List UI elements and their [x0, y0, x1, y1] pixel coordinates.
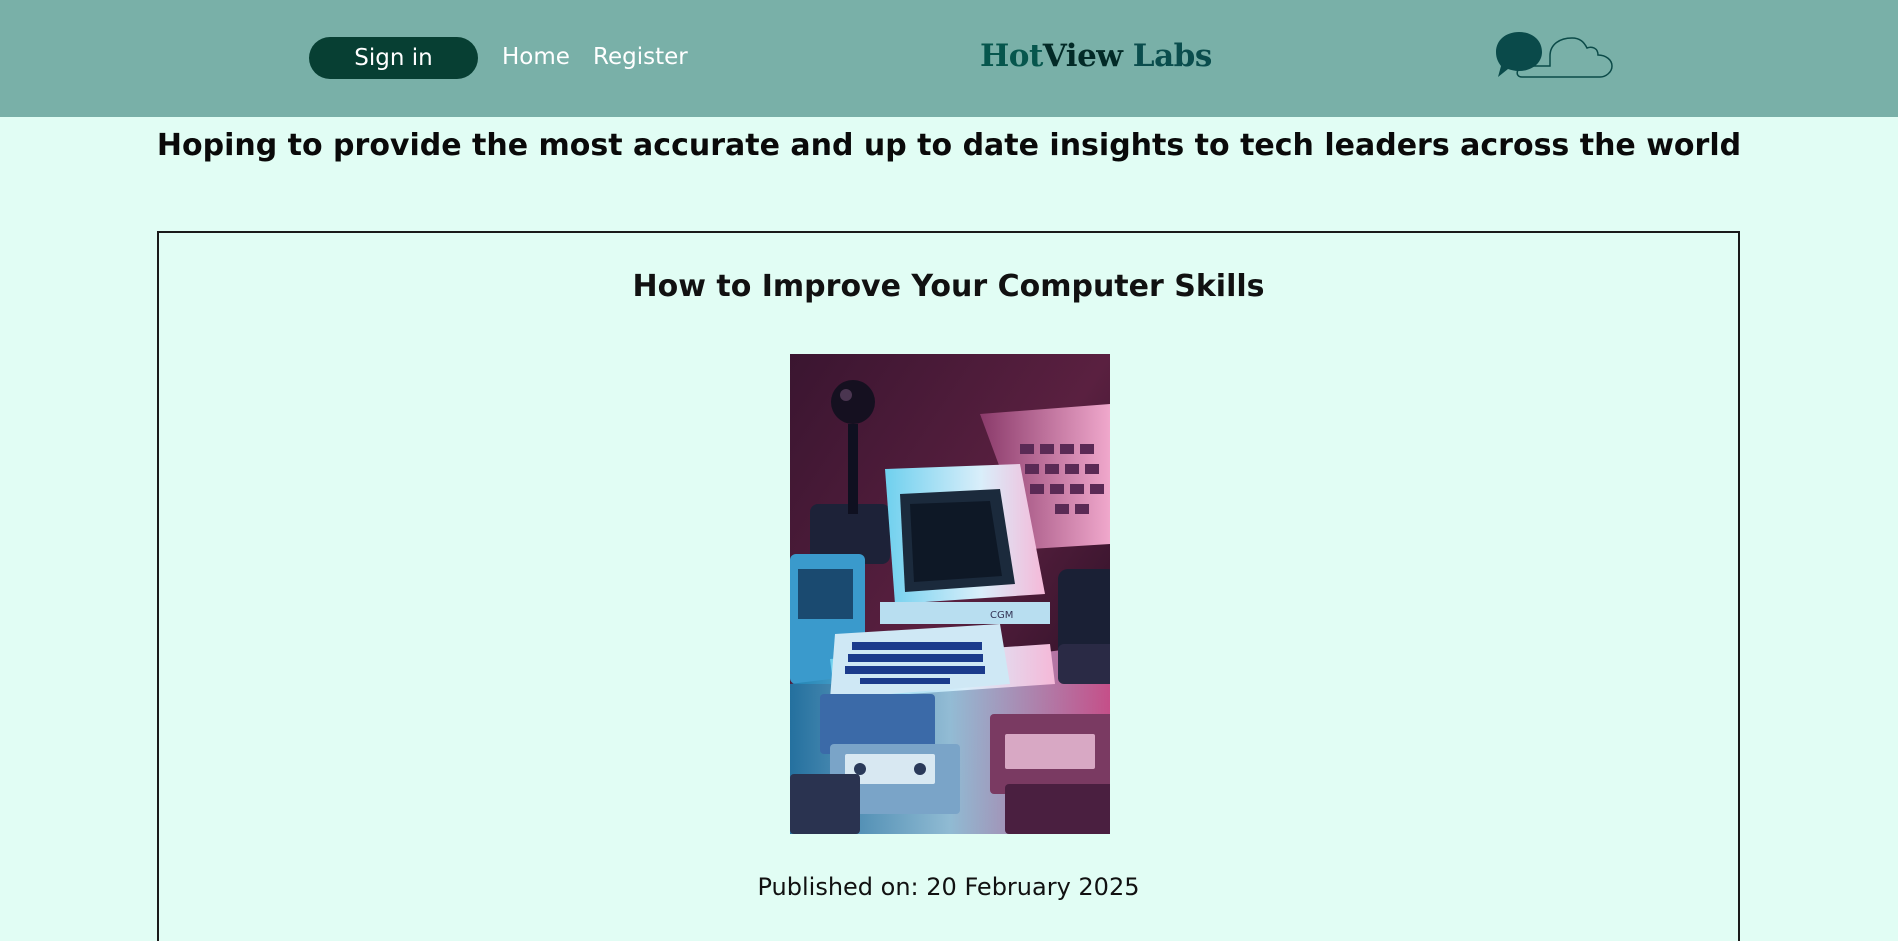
nav-link-home[interactable]: Home	[502, 44, 570, 70]
logo-text-labs: Labs	[1122, 38, 1213, 74]
article-image: CGM	[790, 354, 1110, 834]
sign-in-button[interactable]: Sign in	[309, 37, 478, 79]
top-nav-bar: Sign in Home Register HotView Labs	[0, 0, 1898, 117]
article-title[interactable]: How to Improve Your Computer Skills	[159, 269, 1738, 304]
retro-computer-illustration: CGM	[790, 354, 1110, 834]
nav-link-register[interactable]: Register	[593, 44, 688, 70]
published-date: Published on: 20 February 2025	[757, 873, 1140, 901]
site-tagline: Hoping to provide the most accurate and …	[156, 128, 1742, 163]
logo-text-hot: Hot	[980, 38, 1043, 74]
logo-text-view: View	[1042, 38, 1123, 74]
site-logo[interactable]: HotView Labs	[980, 38, 1212, 74]
article-card: How to Improve Your Computer Skills CGM …	[157, 231, 1740, 941]
chat-bubbles-icon	[1496, 32, 1613, 78]
svg-text:CGM: CGM	[990, 610, 1013, 621]
